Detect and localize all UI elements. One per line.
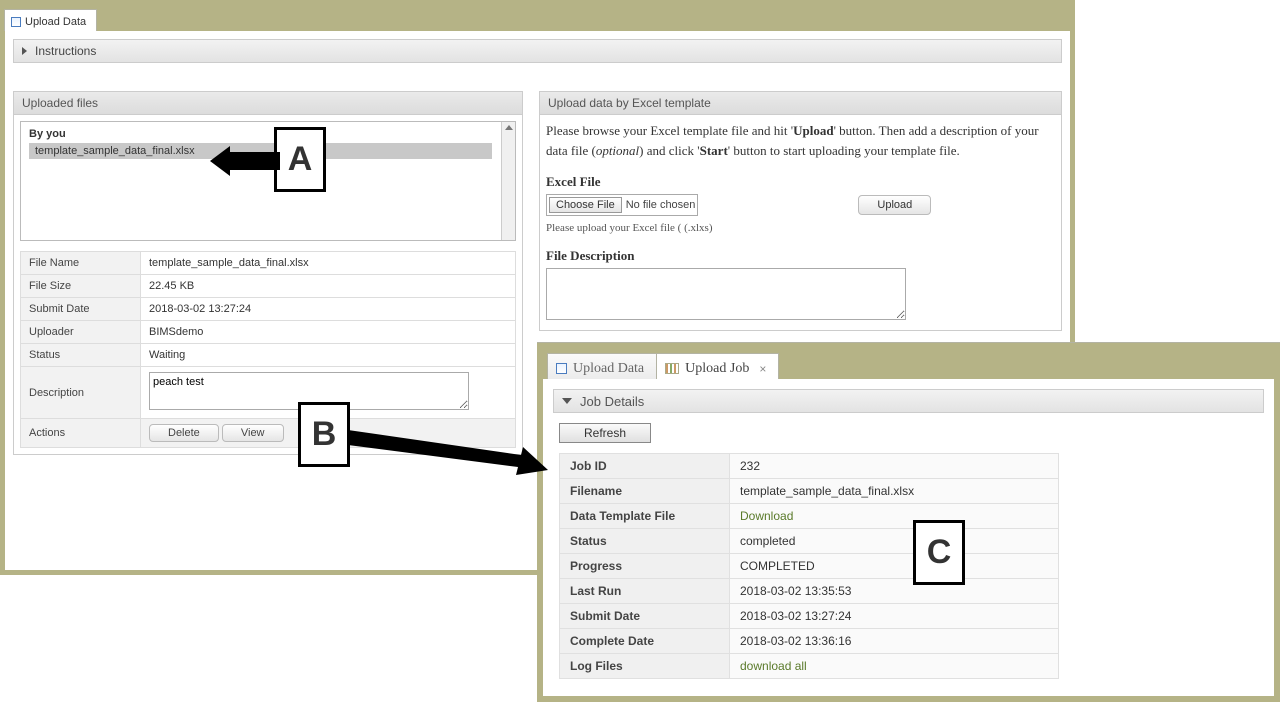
submit-date-label: Submit Date [570,609,640,623]
bar-chart-icon [665,363,679,374]
tab-upload-data[interactable]: Upload Data [547,353,657,379]
upload-help-text: Please upload your Excel file ( (.xlxs) [546,222,1055,234]
download-link[interactable]: Download [740,509,793,523]
scroll-up-icon [505,125,513,130]
arrow-a-icon [210,146,280,176]
job-id-label: Job ID [570,459,607,473]
filename-label: Filename [570,484,622,498]
job-id-value: 232 [730,454,1059,479]
panel-header: Uploaded files [14,92,522,115]
tab-upload-data[interactable]: Upload Data [4,9,97,31]
complete-date-value: 2018-03-02 13:36:16 [730,629,1059,654]
upload-instructions-text: Please browse your Excel template file a… [546,121,1055,160]
complete-date-label: Complete Date [570,634,654,648]
tab-strip: Upload Data [1,1,1074,31]
description-label: Description [21,367,141,419]
view-button[interactable]: View [222,424,284,442]
last-run-value: 2018-03-02 13:35:53 [730,579,1059,604]
choose-file-button[interactable]: Choose File [549,197,622,213]
label-c: C [913,520,965,585]
data-template-file-label: Data Template File [570,509,675,523]
uploader-label: Uploader [21,321,141,344]
progress-label: Progress [570,559,622,573]
file-name-value: template_sample_data_final.xlsx [141,252,516,275]
file-list[interactable]: By you template_sample_data_final.xlsx [20,121,516,241]
file-description-textarea[interactable] [546,268,906,320]
upload-template-panel: Upload data by Excel template Please bro… [539,91,1062,331]
chevron-right-icon [22,47,27,55]
label-b: B [298,402,350,467]
no-file-text: No file chosen [626,199,696,211]
uploader-value: BIMSdemo [141,321,516,344]
excel-file-label: Excel File [546,174,1055,190]
close-icon[interactable]: × [759,362,766,376]
status-value: completed [730,529,1059,554]
panel-header: Upload data by Excel template [540,92,1061,115]
label-a: A [274,127,326,192]
tab-label: Upload Data [573,361,644,377]
actions-label: Actions [21,419,141,448]
tab-label: Upload Job [685,361,749,377]
instructions-label: Instructions [35,44,96,58]
submit-date-value: 2018-03-02 13:27:24 [730,604,1059,629]
status-label: Status [570,534,607,548]
scrollbar[interactable] [501,122,515,240]
file-size-label: File Size [21,275,141,298]
delete-button[interactable]: Delete [149,424,219,442]
status-label: Status [21,344,141,367]
file-name-label: File Name [21,252,141,275]
file-metadata-table: File Nametemplate_sample_data_final.xlsx… [20,251,516,448]
upload-button[interactable]: Upload [858,195,931,215]
by-you-label: By you [29,128,507,140]
document-icon [11,17,21,27]
progress-value: COMPLETED [730,554,1059,579]
window-body: Job Details Refresh Job ID 232 Filename te… [543,379,1274,696]
download-all-link[interactable]: download all [740,659,807,673]
file-description-label: File Description [546,248,1055,264]
job-details-table: Job ID 232 Filename template_sample_data_f… [559,453,1059,679]
tab-label: Upload Data [25,16,86,28]
submit-date-value: 2018-03-02 13:27:24 [141,298,516,321]
last-run-label: Last Run [570,584,621,598]
submit-date-label: Submit Date [21,298,141,321]
tab-upload-job[interactable]: Upload Job × [656,353,779,379]
job-details-collapsible[interactable]: Job Details [553,389,1264,413]
upload-job-window: Upload Data Upload Job × Job Details Ref… [537,342,1280,702]
file-input[interactable]: Choose File No file chosen [546,194,698,216]
refresh-button[interactable]: Refresh [559,423,651,443]
arrow-b-icon [348,425,548,475]
chevron-down-icon [562,398,572,404]
tab-strip: Upload Data Upload Job × [537,343,1280,379]
file-size-value: 22.45 KB [141,275,516,298]
status-value: Waiting [141,344,516,367]
log-files-label: Log Files [570,659,623,673]
document-icon [556,363,567,374]
instructions-collapsible[interactable]: Instructions [13,39,1062,63]
filename-value: template_sample_data_final.xlsx [730,479,1059,504]
job-details-label: Job Details [580,394,644,409]
